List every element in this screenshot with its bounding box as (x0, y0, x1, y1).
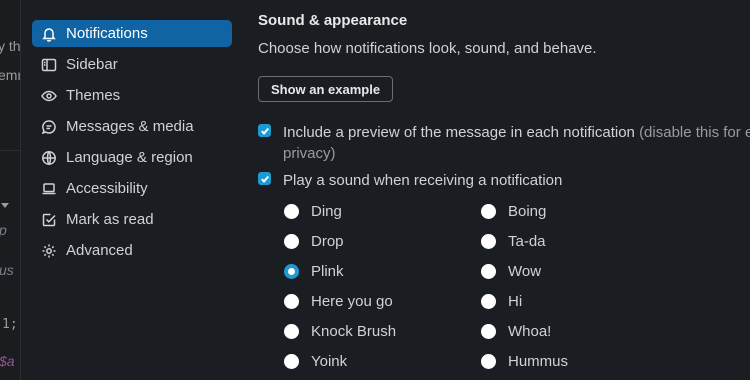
radio-button[interactable] (481, 234, 496, 249)
preferences-nav: Notifications Sidebar Themes Messages & … (32, 20, 232, 268)
radio-button[interactable] (284, 324, 299, 339)
nav-item-label: Language & region (66, 149, 193, 166)
sound-option-ta-da[interactable]: Ta-da (481, 233, 546, 250)
play-sound-option[interactable]: Play a sound when receiving a notificati… (258, 170, 562, 191)
gear-icon (40, 242, 58, 260)
nav-item-advanced[interactable]: Advanced (32, 237, 232, 264)
background-text-fragment: y th (0, 38, 21, 54)
preview-message-option[interactable]: Include a preview of the message in each… (258, 122, 750, 164)
sound-option-yoink[interactable]: Yoink (284, 353, 347, 370)
sound-option-wow[interactable]: Wow (481, 263, 541, 280)
sound-option-here-you-go[interactable]: Here you go (284, 293, 393, 310)
bell-icon (40, 25, 58, 43)
background-divider (0, 150, 20, 151)
radio-button[interactable] (481, 264, 496, 279)
radio-button[interactable] (481, 294, 496, 309)
preview-message-hint-continued: privacy) (283, 145, 336, 162)
sound-label: Drop (311, 233, 344, 250)
background-caret-icon (1, 203, 9, 208)
sound-label: Ding (311, 203, 342, 220)
nav-item-label: Mark as read (66, 211, 154, 228)
play-sound-checkbox[interactable] (258, 172, 271, 185)
sidebar-icon (40, 56, 58, 74)
nav-item-messages-media[interactable]: Messages & media (32, 113, 232, 140)
sound-label: Boing (508, 203, 547, 220)
sound-option-drop[interactable]: Drop (284, 233, 344, 250)
sound-option-plink[interactable]: Plink (284, 263, 344, 280)
nav-item-label: Notifications (66, 25, 148, 42)
show-example-button[interactable]: Show an example (258, 76, 394, 102)
nav-item-mark-as-read[interactable]: Mark as read (32, 206, 232, 233)
preview-message-hint: (disable this for ex (639, 124, 750, 141)
radio-button[interactable] (284, 354, 299, 369)
nav-item-label: Advanced (66, 242, 133, 259)
message-icon (40, 118, 58, 136)
nav-item-label: Sidebar (66, 56, 118, 73)
radio-button[interactable] (481, 354, 496, 369)
sound-label: Wow (508, 263, 542, 280)
radio-button[interactable] (284, 294, 299, 309)
sound-option-knock-brush[interactable]: Knock Brush (284, 323, 396, 340)
radio-button[interactable] (481, 204, 496, 219)
background-text-fragment: us (0, 262, 14, 278)
section-description: Choose how notifications look, sound, an… (258, 40, 597, 57)
nav-item-sidebar[interactable]: Sidebar (32, 51, 232, 78)
globe-icon (40, 149, 58, 167)
checkmark-icon (260, 175, 269, 183)
radio-button[interactable] (481, 324, 496, 339)
sound-label: Whoa! (508, 323, 552, 340)
sound-label: Ta-da (508, 233, 546, 250)
radio-button[interactable] (284, 204, 299, 219)
nav-item-label: Themes (66, 87, 121, 104)
radio-button[interactable] (284, 234, 299, 249)
sound-label: Here you go (311, 293, 393, 310)
nav-item-notifications[interactable]: Notifications (32, 20, 232, 47)
background-text-fragment: p (0, 222, 7, 238)
background-text-fragment: 1; (2, 317, 18, 332)
laptop-icon (40, 180, 58, 198)
sound-label: Plink (311, 263, 344, 280)
sound-label: Hummus (508, 353, 569, 370)
sound-label: Knock Brush (311, 323, 397, 340)
play-sound-label: Play a sound when receiving a notificati… (283, 172, 563, 189)
nav-item-language-region[interactable]: Language & region (32, 144, 232, 171)
preview-message-checkbox[interactable] (258, 124, 271, 137)
nav-item-accessibility[interactable]: Accessibility (32, 175, 232, 202)
background-channel-strip: y th emn p us 1; $a (0, 0, 21, 380)
sound-option-whoa[interactable]: Whoa! (481, 323, 551, 340)
preview-message-label: Include a preview of the message in each… (283, 124, 635, 141)
nav-item-themes[interactable]: Themes (32, 82, 232, 109)
checkmark-icon (260, 127, 269, 135)
sound-option-hi[interactable]: Hi (481, 293, 522, 310)
background-text-fragment: emn (0, 67, 20, 83)
eye-icon (40, 87, 58, 105)
preferences-modal: Notifications Sidebar Themes Messages & … (21, 0, 750, 380)
nav-item-label: Messages & media (66, 118, 194, 135)
sound-label: Hi (508, 293, 523, 310)
background-text-fragment: $a (0, 353, 15, 369)
sound-option-boing[interactable]: Boing (481, 203, 546, 220)
section-title: Sound & appearance (258, 12, 408, 29)
sound-label: Yoink (311, 353, 348, 370)
nav-item-label: Accessibility (66, 180, 148, 197)
check-square-icon (40, 211, 58, 229)
sound-option-hummus[interactable]: Hummus (481, 353, 568, 370)
sound-option-ding[interactable]: Ding (284, 203, 342, 220)
radio-button-selected[interactable] (284, 264, 299, 279)
